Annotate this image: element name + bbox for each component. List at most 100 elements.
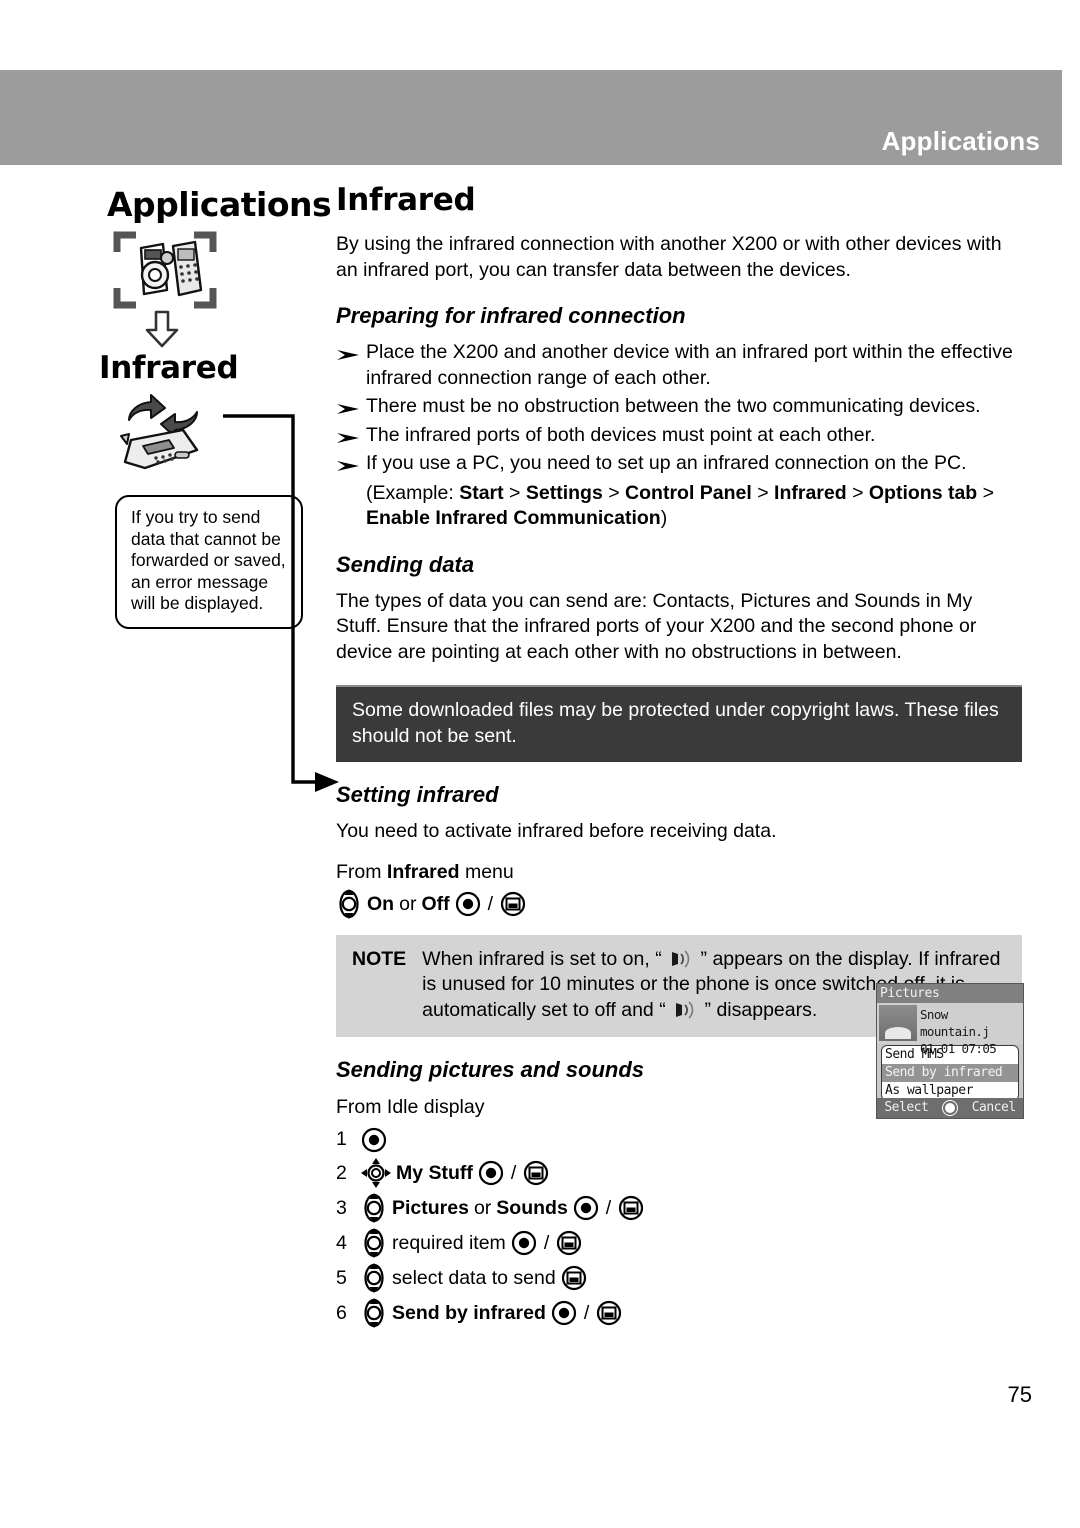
- list-item-text: There must be no obstruction between the…: [366, 395, 981, 417]
- file-meta: Snow mountain.j 01.01 07:05: [920, 1003, 1023, 1056]
- softkey-icon: [618, 1194, 644, 1221]
- select-key-icon: [573, 1194, 599, 1221]
- example-step-enable-infrared-communication: Enable Infrared Communication: [366, 507, 661, 529]
- step-number: 2: [336, 1161, 347, 1184]
- example-step-infrared: Infrared: [774, 481, 847, 504]
- example-prefix: (Example:: [366, 481, 460, 504]
- running-header-title: Applications: [881, 126, 1040, 156]
- key-separator-slash: /: [543, 1231, 550, 1254]
- preparing-bullet-list: Place the X200 and another device with a…: [336, 340, 1022, 477]
- select-key-icon: [455, 890, 481, 917]
- list-item: There must be no obstruction between the…: [336, 394, 1022, 420]
- step-number: 3: [336, 1196, 347, 1219]
- up-down-nav-key-icon: [336, 888, 362, 919]
- phone-screenshot-illustration: Pictures Snow mountain.j 01.01 07:05 Sen…: [876, 983, 1024, 1119]
- arrowhead-bullet-icon: [336, 399, 360, 415]
- select-key-icon: [511, 1229, 537, 1256]
- step-label-pictures: Pictures: [392, 1196, 469, 1219]
- note-text-part-3: ” disappears.: [704, 998, 818, 1021]
- sending-data-paragraph: The types of data you can send are: Cont…: [336, 589, 977, 663]
- page-number: 75: [1007, 1382, 1032, 1407]
- example-sep: >: [751, 481, 775, 504]
- step-row-3: 3 Pictures or Sounds /: [336, 1192, 1022, 1223]
- list-item-text: If you use a PC, you need to set up an i…: [366, 452, 967, 474]
- down-arrow-icon: [145, 310, 335, 348]
- from-infrared-menu-line: From Infrared menu: [336, 859, 1022, 885]
- sidebar-chapter-title: Applications: [107, 185, 332, 224]
- softkey-icon: [561, 1264, 587, 1291]
- from-menu-name: Infrared: [386, 860, 460, 883]
- menu-item-send-by-infrared[interactable]: Send by infrared: [882, 1064, 1018, 1082]
- step-number: 6: [336, 1301, 347, 1324]
- example-sep: >: [977, 481, 995, 504]
- up-down-nav-key-icon: [361, 1192, 387, 1223]
- numbered-steps-list: 1 2 My Stuff / 3 Pictures or Sounds / 4 …: [336, 1126, 1022, 1328]
- step-label: My Stuff: [396, 1161, 473, 1184]
- step-label-sounds: Sounds: [496, 1196, 568, 1219]
- infrared-indicator-icon: [662, 948, 701, 970]
- example-sep: >: [602, 481, 626, 504]
- softkey-icon: [556, 1229, 582, 1256]
- example-sep: >: [503, 481, 526, 504]
- example-suffix: ): [660, 507, 668, 529]
- chapter-sidebar: Applications Infrared: [95, 185, 335, 474]
- select-key-icon: [361, 1126, 387, 1153]
- arrowhead-bullet-icon: [336, 456, 360, 472]
- sidebar-callout-note: If you try to send data that cannot be f…: [115, 495, 303, 629]
- phone-softkey-bar: Select Cancel: [877, 1098, 1023, 1118]
- sidebar-section-title: Infrared: [99, 350, 239, 386]
- step-row-2: 2 My Stuff /: [336, 1157, 1022, 1188]
- list-item: If you use a PC, you need to set up an i…: [336, 451, 1022, 477]
- main-content-column: Infrared By using the infrared connectio…: [336, 182, 1022, 1333]
- file-thumbnail-image: [879, 1005, 917, 1041]
- key-separator-slash: /: [510, 1161, 517, 1184]
- option-on-label: On: [367, 892, 395, 915]
- heading-setting-infrared: Setting infrared: [336, 782, 499, 807]
- infrared-indicator-icon: [666, 999, 705, 1021]
- list-item: Place the X200 and another device with a…: [336, 340, 1022, 391]
- on-off-key-row: On or Off /: [336, 888, 1022, 919]
- example-step-options-tab: Options tab: [868, 481, 978, 504]
- option-or-label: or: [399, 892, 417, 915]
- note-text-part-1: When infrared is set to on, “: [422, 947, 662, 970]
- copyright-warning-box: Some downloaded files may be protected u…: [336, 685, 1022, 762]
- example-path-line: (Example: Start > Settings > Control Pan…: [336, 481, 1022, 532]
- example-step-start: Start: [459, 481, 504, 504]
- key-separator-slash: /: [487, 892, 494, 915]
- softkey-icon: [500, 890, 526, 917]
- page-header-band: Applications: [0, 70, 1062, 165]
- phone-file-row: Snow mountain.j 01.01 07:05: [877, 1003, 1023, 1056]
- heading-preparing-for-infrared-connection: Preparing for infrared connection: [336, 303, 686, 328]
- setting-infrared-paragraph: You need to activate infrared before rec…: [336, 820, 777, 842]
- infrared-phone-exchange-icon: [111, 388, 335, 474]
- step-number: 1: [336, 1128, 347, 1151]
- arrowhead-bullet-icon: [336, 345, 360, 361]
- list-item-text: Place the X200 and another device with a…: [366, 341, 1013, 389]
- example-sep: >: [846, 481, 869, 504]
- softkey-left-label[interactable]: Select: [884, 1098, 928, 1118]
- example-step-settings: Settings: [525, 481, 603, 504]
- from-suffix: menu: [459, 860, 514, 883]
- step-label: select data to send: [392, 1266, 556, 1289]
- step-label: required item: [392, 1231, 506, 1254]
- softkey-icon: [523, 1159, 549, 1186]
- from-prefix: From: [336, 860, 387, 883]
- step-row-4: 4 required item /: [336, 1227, 1022, 1258]
- step-label-or: or: [473, 1196, 492, 1219]
- select-key-icon[interactable]: [943, 1101, 957, 1115]
- step-label: Send by infrared: [392, 1301, 546, 1324]
- key-separator-slash: /: [583, 1301, 590, 1324]
- select-key-icon: [551, 1299, 577, 1326]
- four-way-nav-key-icon: [361, 1157, 391, 1188]
- phone-screen-title: Pictures: [877, 984, 1023, 1003]
- up-down-nav-key-icon: [361, 1227, 387, 1258]
- up-down-nav-key-icon: [361, 1262, 387, 1293]
- softkey-right-label[interactable]: Cancel: [972, 1098, 1016, 1118]
- step-row-5: 5 select data to send: [336, 1262, 1022, 1293]
- list-item: The infrared ports of both devices must …: [336, 423, 1022, 449]
- softkey-icon: [596, 1299, 622, 1326]
- up-down-nav-key-icon: [361, 1297, 387, 1328]
- camera-phone-pairing-icon: [111, 228, 335, 312]
- select-key-icon: [478, 1159, 504, 1186]
- arrowhead-bullet-icon: [336, 428, 360, 444]
